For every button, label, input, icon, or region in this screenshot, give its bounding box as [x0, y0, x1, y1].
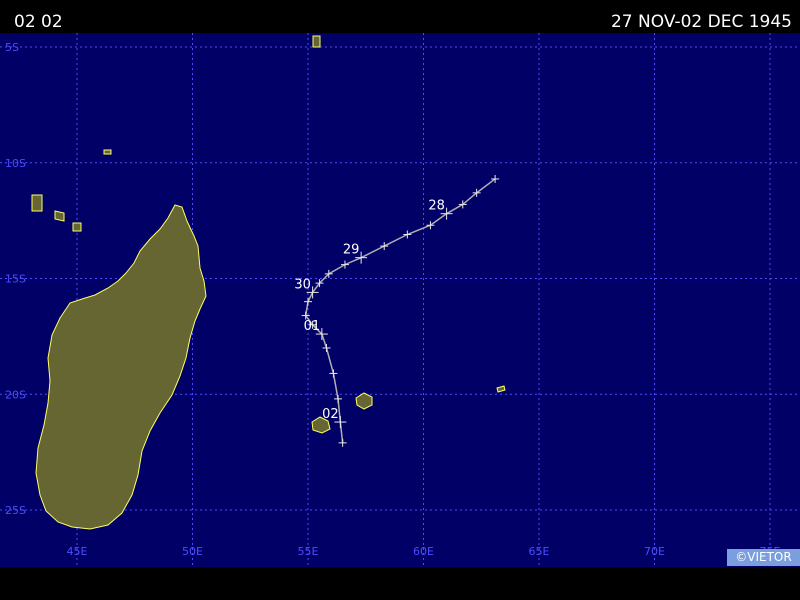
comoros-island-2 [54, 210, 65, 222]
longitude-label: 50E [182, 545, 203, 558]
header-period-label: 27 NOV-02 DEC 1945 [610, 12, 792, 32]
small-island-north [103, 149, 112, 155]
comoros-island-3 [72, 222, 82, 232]
latitude-label: 20S [5, 388, 26, 401]
longitude-label: 45E [67, 545, 88, 558]
track-day-label: 28 [428, 199, 445, 214]
header-date-label: 02 02 [14, 12, 63, 32]
track-day-label: 29 [343, 243, 360, 258]
track-day-label: 01 [304, 319, 321, 334]
latitude-label: 5S [5, 41, 19, 54]
footer-bar [0, 567, 800, 600]
header-bar: 02 02 27 NOV-02 DEC 1945 [0, 0, 800, 33]
latitude-label: 15S [5, 273, 26, 286]
track-day-label: 30 [294, 277, 311, 292]
longitude-label: 60E [413, 545, 434, 558]
latitude-label: 10S [5, 157, 26, 170]
longitude-label: 70E [644, 545, 665, 558]
vietor-credit-badge: ©VIETOR [727, 549, 800, 566]
longitude-label: 55E [298, 545, 319, 558]
seychelles-island [312, 35, 321, 48]
comoros-island-1 [31, 194, 43, 212]
latitude-label: 25S [5, 504, 26, 517]
longitude-label: 65E [529, 545, 550, 558]
track-day-label: 02 [322, 407, 339, 422]
track-map[interactable]: 5S10S15S20S25S45E50E55E60E65E70E75E 2829… [0, 33, 800, 567]
